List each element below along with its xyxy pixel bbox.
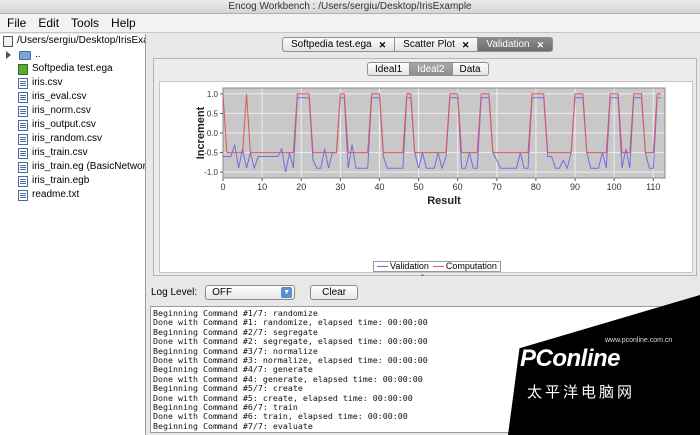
validation-chart-frame: Ideal1 Ideal2 Data 0 10 20 30 40 50 60 70 80 90 10…: [153, 58, 697, 276]
tree-item[interactable]: Softpedia test.ega: [0, 62, 145, 76]
x-tick-label: 0: [220, 182, 225, 192]
close-icon[interactable]: ✕: [537, 38, 545, 52]
tree-root[interactable]: /Users/sergiu/Desktop/IrisExample: [0, 34, 145, 48]
log-toolbar: Log Level: OFF ▼ Clear: [151, 284, 359, 300]
tree-item[interactable]: iris_train.eg (BasicNetwork): [0, 160, 145, 174]
tab-label: Validation: [486, 38, 530, 50]
log-level-select[interactable]: OFF ▼: [205, 284, 296, 300]
chart-legend: Validation Computation: [373, 261, 501, 272]
watermark-logo: PConline: [520, 345, 621, 372]
x-axis-label: Result: [427, 195, 461, 207]
tree-item-label: readme.txt: [32, 189, 80, 200]
menu-tools[interactable]: Tools: [65, 14, 105, 33]
x-tick-label: 90: [570, 182, 580, 192]
project-root-icon: [3, 35, 13, 47]
menu-help[interactable]: Help: [105, 14, 142, 33]
tree-item[interactable]: iris_train.csv: [0, 146, 145, 160]
close-icon[interactable]: ✕: [379, 38, 387, 52]
window-title: Encog Workbench : /Users/sergiu/Desktop/…: [0, 0, 700, 14]
tree-item[interactable]: readme.txt: [0, 188, 145, 202]
log-level-label: Log Level:: [151, 286, 198, 298]
chart-subtabs: Ideal1 Ideal2 Data: [367, 62, 489, 76]
x-tick-label: 110: [646, 182, 660, 192]
tree-item[interactable]: iris_norm.csv: [0, 104, 145, 118]
x-tick-label: 70: [492, 182, 502, 192]
tree-item[interactable]: iris_train.egb: [0, 174, 145, 188]
x-tick-label: 50: [414, 182, 424, 192]
splitter-handle-icon[interactable]: ⌃: [419, 273, 426, 282]
editor-tabs: Softpedia test.ega ✕ Scatter Plot ✕ Vali…: [282, 37, 554, 52]
y-axis-label: Increment: [195, 106, 207, 159]
legend-swatch-computation: [432, 266, 444, 267]
tree-item-label: iris_norm.csv: [32, 105, 91, 116]
legend-label-validation: Validation: [390, 261, 429, 271]
log-level-value: OFF: [212, 286, 233, 298]
file-icon: [18, 77, 28, 89]
tab-scatter-plot[interactable]: Scatter Plot ✕: [394, 37, 478, 52]
file-icon: [18, 119, 28, 131]
validation-chart: 0 10 20 30 40 50 60 70 80 90 100 1101.00.50.0-0.5-1…: [195, 87, 666, 207]
tree-item-label: iris_eval.csv: [32, 91, 87, 102]
chart-panel: 0 10 20 30 40 50 60 70 80 90 100 110 1.0 0.5 0.0 -0.5 -1…: [159, 81, 693, 273]
file-icon: [18, 161, 28, 173]
x-tick-label: 20: [296, 182, 306, 192]
file-icon: [18, 189, 28, 201]
x-tick-label: 10: [257, 182, 267, 192]
x-tick-label: 60: [453, 182, 463, 192]
x-tick-label: 80: [531, 182, 541, 192]
subtab-ideal2[interactable]: Ideal2: [409, 62, 452, 76]
menu-edit[interactable]: Edit: [32, 14, 65, 33]
x-tick-label: 40: [374, 182, 384, 192]
file-icon: [18, 91, 28, 103]
y-tick-label: -1.0: [204, 168, 218, 177]
menu-bar: File Edit Tools Help: [0, 14, 700, 33]
subtab-data[interactable]: Data: [451, 62, 489, 76]
y-tick-label: 0.0: [207, 129, 219, 138]
tab-label: Softpedia test.ega: [291, 38, 372, 50]
expand-arrow-icon[interactable]: [6, 51, 11, 59]
y-tick-label: 0.5: [207, 109, 219, 118]
tree-item-label: iris_random.csv: [32, 133, 103, 144]
file-icon: [18, 105, 28, 117]
file-icon: [18, 175, 28, 187]
subtab-ideal1[interactable]: Ideal1: [367, 62, 410, 76]
tree-item[interactable]: iris_random.csv: [0, 132, 145, 146]
close-icon[interactable]: ✕: [462, 38, 470, 52]
tree-item-label: iris_train.csv: [32, 147, 88, 158]
legend-label-computation: Computation: [445, 261, 497, 271]
tree-item-label: iris_train.eg (BasicNetwork): [32, 161, 146, 172]
tree-item-label: iris_train.egb: [32, 175, 90, 186]
legend-swatch-validation: [377, 266, 388, 267]
tree-item-label: iris.csv: [32, 77, 63, 88]
x-tick-label: 100: [607, 182, 622, 192]
watermark-cn-text: 太平洋电脑网: [527, 383, 636, 401]
watermark-domain: www.pconline.com.cn: [605, 337, 673, 344]
project-tree: /Users/sergiu/Desktop/IrisExample .. Sof…: [0, 34, 146, 435]
folder-icon: [19, 50, 31, 60]
tree-item-label: ..: [35, 49, 41, 60]
tree-item[interactable]: iris_output.csv: [0, 118, 145, 132]
menu-file[interactable]: File: [0, 14, 32, 33]
tree-item-label: Softpedia test.ega: [32, 63, 113, 74]
clear-button[interactable]: Clear: [310, 284, 359, 300]
tab-label: Scatter Plot: [403, 38, 455, 50]
y-tick-label: 1.0: [207, 90, 219, 99]
tree-item-label: iris_output.csv: [32, 119, 96, 130]
tree-item[interactable]: iris.csv: [0, 76, 145, 90]
tab-validation[interactable]: Validation ✕: [477, 37, 554, 52]
ega-file-icon: [18, 63, 28, 75]
file-icon: [18, 133, 28, 145]
tree-item[interactable]: iris_eval.csv: [0, 90, 145, 104]
file-icon: [18, 147, 28, 159]
dropdown-arrow-icon: ▼: [281, 286, 293, 298]
tab-softpedia-test[interactable]: Softpedia test.ega ✕: [282, 37, 395, 52]
tree-root-label: /Users/sergiu/Desktop/IrisExample: [17, 35, 145, 46]
x-tick-label: 30: [335, 182, 345, 192]
tree-item-parent[interactable]: ..: [0, 48, 145, 62]
